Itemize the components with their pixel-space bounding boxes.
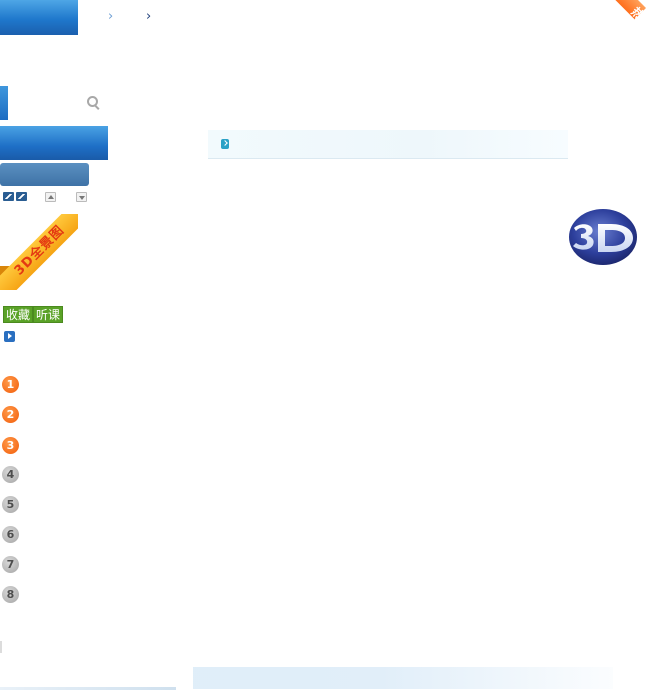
breadcrumb-chevron-icon: › (146, 9, 152, 24)
footer-wave (193, 667, 613, 689)
rank-badge-7: 7 (2, 556, 19, 573)
sidebar-banner[interactable] (0, 126, 108, 160)
rank-badge-4: 4 (2, 466, 19, 483)
listen-button[interactable]: 听课 (33, 306, 64, 323)
image-icon-2[interactable] (16, 192, 27, 201)
footer-rule (0, 687, 176, 690)
panorama-ribbon[interactable]: 3D全景图 (0, 214, 78, 290)
search-icon[interactable] (87, 96, 101, 110)
sidebar-nav-button[interactable] (0, 163, 89, 186)
hot-ribbon: 热 (600, 0, 650, 34)
play-icon[interactable] (4, 331, 15, 342)
search-icon-handle (94, 105, 100, 110)
image-icon-1[interactable] (3, 192, 14, 201)
rank-badge-8: 8 (2, 586, 19, 603)
arrow-up-icon[interactable] (45, 192, 56, 202)
chevron-right-icon[interactable] (221, 139, 229, 149)
ribbon-label: 3D全景图 (0, 214, 78, 290)
content-panel-header (208, 130, 568, 159)
favorite-button[interactable]: 收藏 (3, 306, 34, 323)
rank-badge-1: 1 (2, 376, 19, 393)
rank-badge-5: 5 (2, 496, 19, 513)
3d-logo-icon[interactable] (567, 208, 639, 266)
header-logo-tile[interactable] (0, 0, 78, 35)
rank-badge-6: 6 (2, 526, 19, 543)
arrow-down-icon[interactable] (76, 192, 87, 202)
edge-divider (0, 641, 2, 653)
rank-badge-2: 2 (2, 406, 19, 423)
rank-badge-3: 3 (2, 437, 19, 454)
breadcrumb-separator-icon: › (108, 9, 114, 24)
search-input-edge[interactable] (0, 86, 8, 120)
